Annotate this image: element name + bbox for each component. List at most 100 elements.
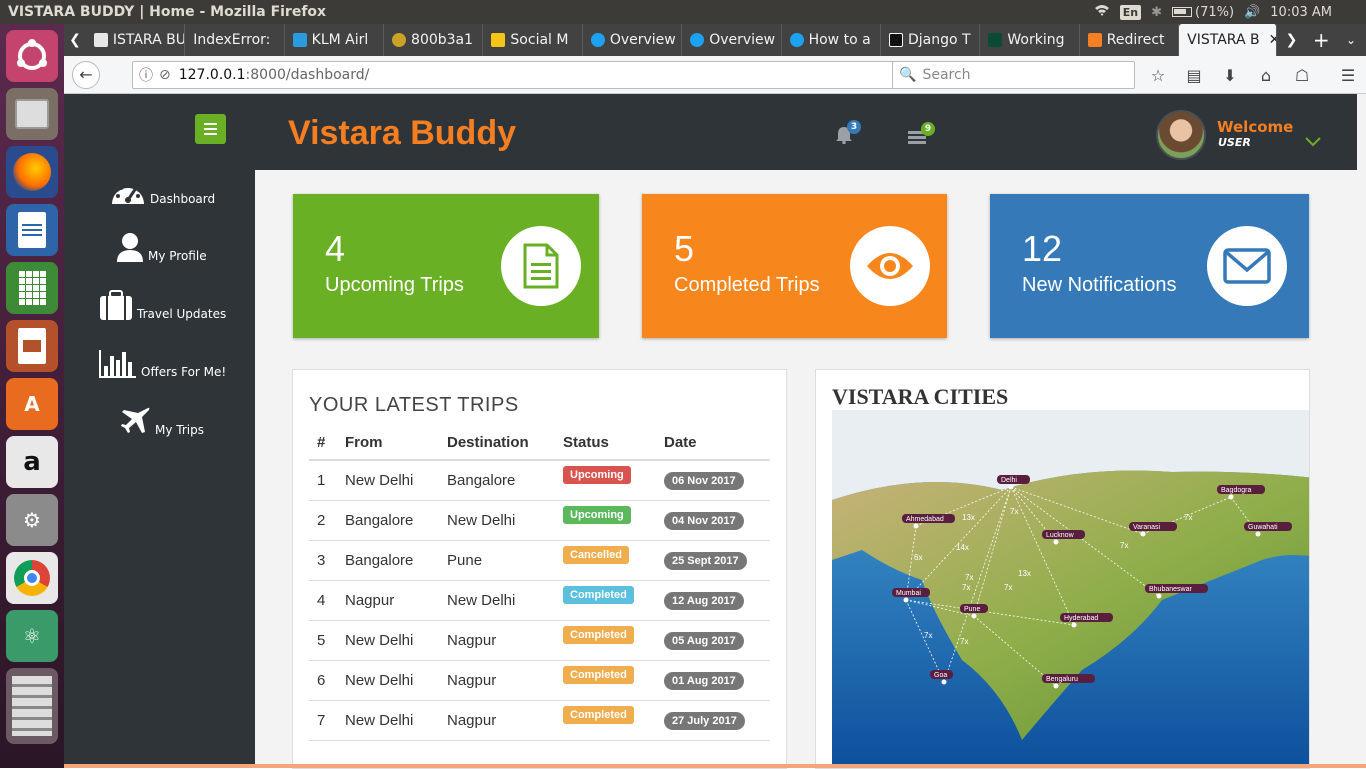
city-label: Bagdogra — [1221, 487, 1251, 494]
libreoffice-writer-icon[interactable] — [6, 204, 58, 256]
city-label: Hyderabad — [1064, 615, 1098, 622]
stackoverflow-favicon — [1087, 33, 1102, 47]
trip-status-cell: Upcoming — [563, 500, 664, 541]
trip-date-cell: 06 Nov 2017 — [664, 460, 770, 501]
clock[interactable]: 10:03 AM — [1270, 5, 1332, 20]
volume-icon[interactable]: 🔊 — [1244, 5, 1260, 20]
info-icon[interactable]: ⓘ — [133, 65, 159, 85]
browser-tab[interactable]: ISTARA BU — [86, 24, 186, 56]
url-bar[interactable]: ⓘ ⊘ 127.0.0.1 :8000/dashboard/ ▤ ↻ — [132, 61, 950, 89]
app-header: Vistara Buddy 3 9 Welcome USER — [255, 94, 1366, 170]
ubuntu-dash-icon[interactable] — [6, 30, 58, 82]
django-favicon — [988, 33, 1003, 47]
keyboard-layout-indicator[interactable]: En — [1119, 4, 1142, 20]
sidebar-item-label: My Trips — [155, 422, 204, 437]
browser-tab[interactable]: 800b3a1 — [384, 24, 484, 56]
messages-button[interactable]: 9 — [908, 122, 935, 149]
table-row[interactable]: 1 New Delhi Bangalore Upcoming 06 Nov 2017 — [309, 460, 770, 501]
trip-number: 5 — [309, 620, 345, 661]
back-icon[interactable]: ← — [72, 60, 100, 89]
browser-tab[interactable]: Django T — [881, 24, 981, 56]
browser-tab[interactable]: Social M — [483, 24, 583, 56]
browser-tab[interactable]: How to a — [782, 24, 881, 56]
home-icon[interactable]: ⌂ — [1252, 61, 1280, 89]
browser-tab[interactable]: KLM Airl — [285, 24, 385, 56]
notifications-button[interactable]: 3 — [835, 120, 861, 148]
pocket-icon[interactable]: ☖ — [1288, 61, 1316, 89]
search-icon: 🔍 — [899, 67, 917, 83]
city-label: Ahmedabad — [906, 516, 944, 523]
new-tab-icon[interactable]: + — [1306, 24, 1336, 56]
browser-tab[interactable]: Overview — [682, 24, 782, 56]
files-icon[interactable] — [6, 88, 58, 140]
sidebar-item-my-profile[interactable]: My Profile — [116, 232, 207, 265]
table-row[interactable]: 2 Bangalore New Delhi Upcoming 04 Nov 2017 — [309, 500, 770, 541]
tab-scroll-left-icon[interactable]: ❮ — [64, 24, 86, 56]
notification-count-badge: 3 — [847, 120, 861, 134]
workspace-stack-icon[interactable] — [6, 668, 58, 744]
table-row[interactable]: 5 New Delhi Nagpur Completed 05 Aug 2017 — [309, 620, 770, 661]
user-icon — [116, 232, 144, 265]
browser-tab[interactable]: Working — [980, 24, 1080, 56]
bookmark-star-icon[interactable]: ☆ — [1144, 61, 1172, 89]
tab-list-icon[interactable]: ⌄ — [1336, 24, 1366, 56]
software-center-icon[interactable]: A — [6, 378, 58, 430]
stat-card-notifications[interactable]: 12 New Notifications — [990, 194, 1309, 338]
brand-title[interactable]: Vistara Buddy — [288, 114, 516, 153]
vistara-cities-title: VISTARA CITIES — [832, 384, 1009, 409]
firefox-icon[interactable] — [6, 146, 58, 198]
chrome-icon[interactable] — [6, 552, 58, 604]
bluetooth-icon[interactable]: ✱ — [1151, 5, 1162, 20]
browser-tab[interactable]: Redirect — [1080, 24, 1180, 56]
trip-destination: Nagpur — [447, 700, 563, 741]
sidebar-item-travel-updates[interactable]: Travel Updates — [99, 290, 226, 323]
table-row[interactable]: 4 Nagpur New Delhi Completed 12 Aug 2017 — [309, 580, 770, 621]
trip-date-cell: 25 Sept 2017 — [664, 540, 770, 581]
battery-indicator[interactable]: (71%) — [1172, 5, 1234, 20]
trip-number: 2 — [309, 500, 345, 541]
menu-icon[interactable]: ☰ — [1334, 61, 1362, 89]
stat-card-completed[interactable]: 5 Completed Trips — [642, 194, 947, 338]
window-title: VISTARA BUDDY | Home - Mozilla Firefox — [8, 4, 327, 20]
chevron-down-icon[interactable] — [1305, 132, 1321, 151]
search-placeholder: Search — [922, 67, 971, 83]
active-browser-tab[interactable]: VISTARA B ✕ — [1179, 24, 1277, 56]
city-label: Bhubaneswar — [1149, 586, 1192, 593]
sidebar-item-my-trips[interactable]: My Trips — [121, 406, 204, 437]
sidebar-item-offers[interactable]: Offers For Me! — [99, 350, 226, 381]
stat-card-upcoming[interactable]: 4 Upcoming Trips — [293, 194, 599, 338]
sidebar-item-dashboard[interactable]: Dashboard — [110, 178, 215, 209]
libreoffice-impress-icon[interactable] — [6, 320, 58, 372]
username: USER — [1218, 136, 1251, 149]
reading-list-icon[interactable]: ▤ — [1180, 61, 1208, 89]
sidebar-toggle-button[interactable] — [195, 114, 226, 144]
browser-tab[interactable]: IndexError: — [185, 24, 285, 56]
trip-status-cell: Completed — [563, 660, 664, 701]
tab-label: IndexError: — [193, 32, 271, 48]
table-row[interactable]: 6 New Delhi Nagpur Completed 01 Aug 2017 — [309, 660, 770, 701]
vertical-scrollbar[interactable] — [1357, 94, 1366, 764]
tab-scroll-right-icon[interactable]: ❯ — [1277, 24, 1307, 56]
sidebar-item-label: Travel Updates — [137, 306, 227, 321]
table-row[interactable]: 3 Bangalore Pune Cancelled 25 Sept 2017 — [309, 540, 770, 581]
envelope-icon — [1207, 226, 1287, 306]
trip-number: 6 — [309, 660, 345, 701]
column-header: # — [309, 426, 345, 461]
wifi-icon[interactable] — [1094, 4, 1110, 20]
search-bar[interactable]: 🔍 Search — [892, 61, 1135, 89]
download-icon[interactable]: ⬇ — [1216, 61, 1244, 89]
avatar[interactable] — [1156, 110, 1206, 160]
trip-status-cell: Upcoming — [563, 460, 664, 501]
amazon-icon[interactable]: a — [6, 436, 58, 488]
city-dot — [1140, 531, 1146, 537]
libreoffice-calc-icon[interactable] — [6, 262, 58, 314]
status-badge: Upcoming — [563, 505, 631, 524]
system-settings-icon[interactable]: ⚙ — [6, 494, 58, 546]
sidebar-item-label: Offers For Me! — [141, 364, 227, 379]
tracking-icon[interactable]: ⊘ — [159, 67, 179, 83]
close-tab-icon[interactable]: ✕ — [1269, 32, 1276, 48]
browser-tab[interactable]: Overview — [583, 24, 683, 56]
table-row[interactable]: 7 New Delhi Nagpur Completed 27 July 2017 — [309, 700, 770, 741]
trip-number: 4 — [309, 580, 345, 621]
atom-editor-icon[interactable]: ⚛ — [6, 610, 58, 662]
